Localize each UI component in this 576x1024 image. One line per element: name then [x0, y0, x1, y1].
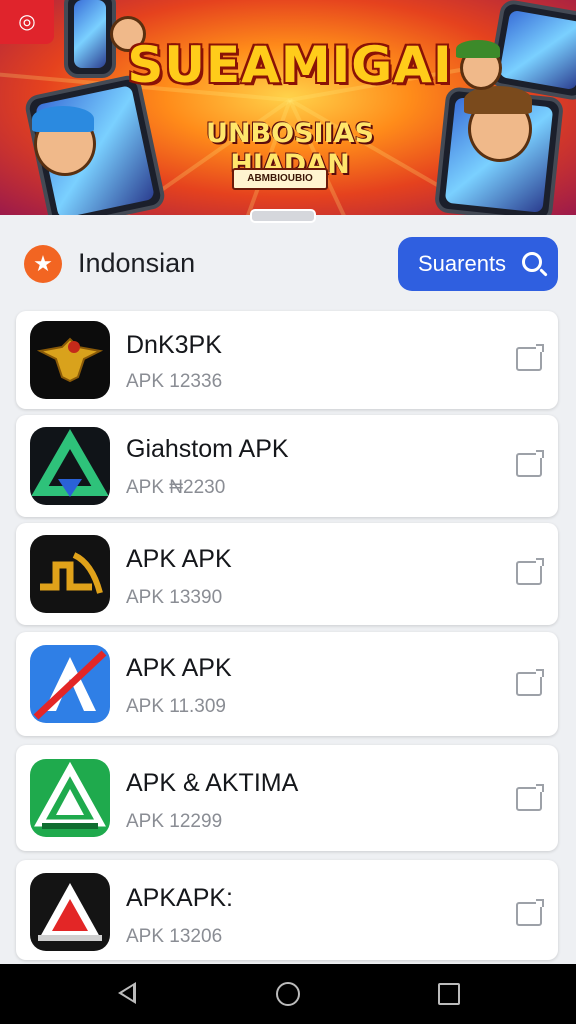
back-icon[interactable] — [118, 982, 136, 1004]
promo-banner[interactable]: ◎ SUEAMIGAI UNBOSIIAS HIADAN ABMBIOUBIO — [0, 0, 576, 215]
list-item[interactable]: APK APK APK 11.309 — [16, 632, 558, 736]
app-name: APKAPK: — [126, 884, 233, 912]
open-external-icon[interactable] — [516, 784, 544, 811]
open-external-icon[interactable] — [516, 669, 544, 696]
open-external-icon[interactable] — [516, 558, 544, 585]
star-icon[interactable]: ★ — [24, 245, 62, 283]
gold-wave-icon — [30, 535, 110, 613]
app-name: Giahstom APK — [126, 435, 289, 463]
app-name: DnK3PK — [126, 331, 222, 359]
search-button-label: Suarents — [418, 251, 507, 276]
app-meta: APK 11.309 — [126, 696, 227, 717]
banner-title: SUEAMIGAI — [127, 36, 453, 94]
list-item[interactable]: APK APK APK 13390 — [16, 523, 558, 625]
character-cap — [464, 86, 532, 114]
character-cap — [32, 106, 94, 132]
app-meta: APK ₦2230 — [126, 477, 226, 498]
character-cap — [456, 40, 500, 58]
list-item[interactable]: APK & AKTIMA APK 12299 — [16, 745, 558, 851]
recent-apps-icon[interactable] — [438, 983, 460, 1005]
open-external-icon[interactable] — [516, 450, 544, 477]
list-item[interactable]: APKAPK: APK 13206 — [16, 860, 558, 960]
list-item[interactable]: DnK3PK APK 12336 — [16, 311, 558, 409]
search-icon — [522, 252, 542, 272]
search-button[interactable]: Suarents — [398, 237, 558, 291]
banner-brand-icon: ◎ — [0, 0, 54, 44]
banner-tag: ABMBIOUBIO — [232, 168, 328, 190]
app-meta: APK 13206 — [126, 926, 223, 947]
red-a-icon — [30, 873, 110, 951]
open-external-icon[interactable] — [516, 344, 544, 371]
green-a-icon — [30, 759, 110, 837]
blue-a-icon — [30, 645, 110, 723]
list-item[interactable]: Giahstom APK APK ₦2230 — [16, 415, 558, 517]
app-meta: APK 13390 — [126, 587, 223, 608]
app-name: APK & AKTIMA — [126, 769, 299, 797]
app-name: APK APK — [126, 545, 232, 573]
phone-illustration — [64, 0, 116, 78]
home-icon[interactable] — [276, 982, 300, 1006]
app-meta: APK 12336 — [126, 371, 223, 392]
app-meta: APK 12299 — [126, 811, 223, 832]
green-triangle-icon — [30, 427, 110, 505]
open-external-icon[interactable] — [516, 899, 544, 926]
eagle-logo-icon — [30, 321, 110, 399]
app-name: APK APK — [126, 654, 232, 682]
language-label[interactable]: Indonsian — [78, 248, 195, 279]
banner-pager-indicator — [250, 209, 316, 223]
